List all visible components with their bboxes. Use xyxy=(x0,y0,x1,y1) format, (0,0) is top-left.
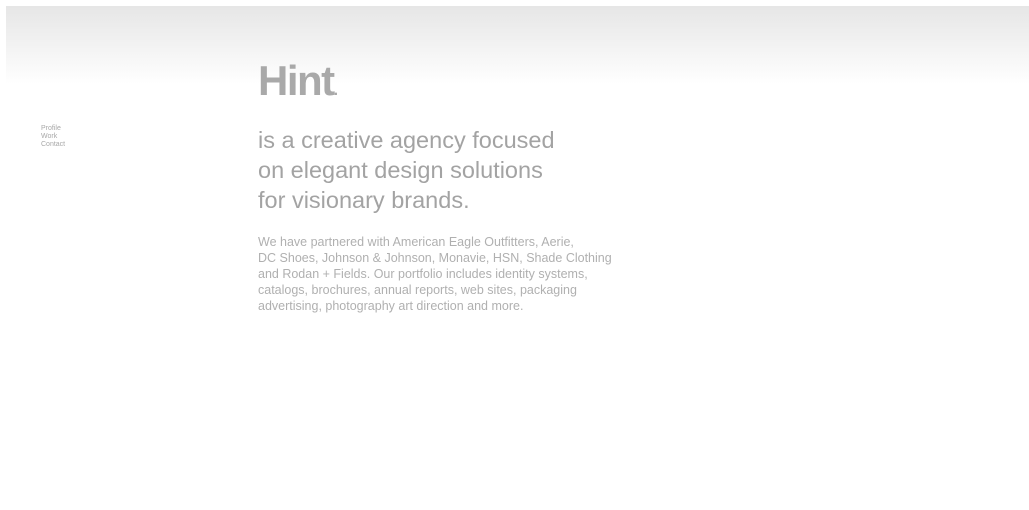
nav-item-profile[interactable]: Profile xyxy=(41,125,65,133)
header-gradient-band xyxy=(6,6,1029,84)
nav-item-work[interactable]: Work xyxy=(41,133,65,141)
nav-item-contact[interactable]: Contact xyxy=(41,141,65,149)
intro-line: and Rodan + Fields. Our portfolio includ… xyxy=(258,267,588,281)
page: Profile Work Contact Hint. is a creative… xyxy=(0,0,1029,510)
intro-line: catalogs, brochures, annual reports, web… xyxy=(258,283,577,297)
tagline-line: for visionary brands. xyxy=(258,187,470,213)
intro-line: advertising, photography art direction a… xyxy=(258,299,524,313)
intro-paragraph: We have partnered with American Eagle Ou… xyxy=(258,234,612,314)
intro-line: DC Shoes, Johnson & Johnson, Monavie, HS… xyxy=(258,251,612,265)
intro-line: We have partnered with American Eagle Ou… xyxy=(258,235,574,249)
logo-text: Hint xyxy=(258,57,335,104)
tagline-line: on elegant design solutions xyxy=(258,157,543,183)
main-nav: Profile Work Contact xyxy=(41,125,65,149)
hint-logo[interactable]: Hint. xyxy=(258,58,338,114)
tagline-line: is a creative agency focused xyxy=(258,127,555,153)
logo-dot: . xyxy=(333,82,339,99)
tagline: is a creative agency focused on elegant … xyxy=(258,125,555,215)
